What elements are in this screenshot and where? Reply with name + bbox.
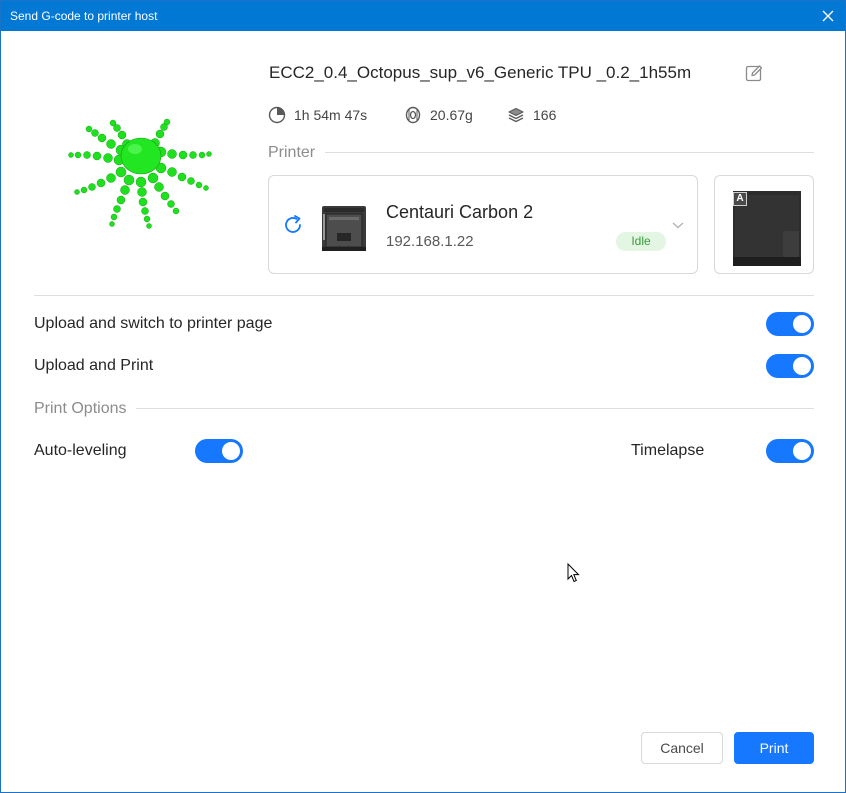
camera-preview[interactable]: A bbox=[714, 175, 814, 274]
timelapse-label: Timelapse bbox=[631, 442, 705, 459]
filament-spool-icon bbox=[405, 106, 421, 124]
printer-image bbox=[322, 206, 366, 251]
window-title: Send G-code to printer host bbox=[10, 9, 158, 23]
layer-count: 166 bbox=[533, 107, 557, 123]
upload-switch-label: Upload and switch to printer page bbox=[34, 315, 273, 332]
toggle-knob bbox=[793, 357, 811, 375]
model-thumbnail bbox=[68, 118, 212, 229]
refresh-icon[interactable] bbox=[282, 214, 304, 236]
filament-weight-stat: 20.67g bbox=[404, 105, 473, 125]
clock-icon bbox=[268, 106, 286, 124]
printer-name: Centauri Carbon 2 bbox=[386, 202, 534, 222]
upload-switch-toggle[interactable] bbox=[766, 312, 814, 336]
printer-selector[interactable]: Centauri Carbon 2 192.168.1.22 Idle bbox=[268, 175, 698, 274]
camera-tag: A bbox=[733, 192, 747, 206]
cancel-button[interactable]: Cancel bbox=[641, 732, 723, 764]
send-gcode-dialog: Send G-code to printer host ECC2_0.4_Oct… bbox=[0, 0, 846, 793]
upload-print-label: Upload and Print bbox=[34, 357, 154, 374]
toggle-knob bbox=[793, 315, 811, 333]
toggle-knob bbox=[222, 442, 240, 460]
chevron-down-icon[interactable] bbox=[672, 220, 684, 230]
octopus-head bbox=[120, 137, 162, 175]
printer-ip: 192.168.1.22 bbox=[386, 233, 474, 250]
status-badge: Idle bbox=[616, 232, 666, 251]
printer-section-line bbox=[268, 152, 814, 153]
edit-icon[interactable] bbox=[744, 63, 764, 83]
filament-weight: 20.67g bbox=[430, 107, 473, 123]
print-options-label: Print Options bbox=[34, 400, 137, 418]
print-options-line bbox=[34, 408, 814, 409]
layers-stat: 166 bbox=[507, 105, 556, 125]
section-divider bbox=[34, 295, 814, 296]
timelapse-toggle[interactable] bbox=[766, 439, 814, 463]
print-button[interactable]: Print bbox=[734, 732, 814, 764]
mouse-cursor-icon bbox=[567, 563, 580, 583]
toggle-knob bbox=[793, 442, 811, 460]
printer-section-label: Printer bbox=[268, 144, 326, 162]
title-bar: Send G-code to printer host bbox=[1, 1, 845, 31]
auto-leveling-toggle[interactable] bbox=[195, 439, 243, 463]
upload-print-toggle[interactable] bbox=[766, 354, 814, 378]
print-time: 1h 54m 47s bbox=[294, 107, 368, 123]
layers-icon bbox=[508, 107, 524, 123]
close-icon[interactable] bbox=[819, 7, 837, 25]
print-time-stat: 1h 54m 47s bbox=[268, 105, 367, 125]
auto-leveling-label: Auto-leveling bbox=[34, 442, 127, 459]
file-name: ECC2_0.4_Octopus_sup_v6_Generic TPU _0.2… bbox=[269, 63, 692, 82]
